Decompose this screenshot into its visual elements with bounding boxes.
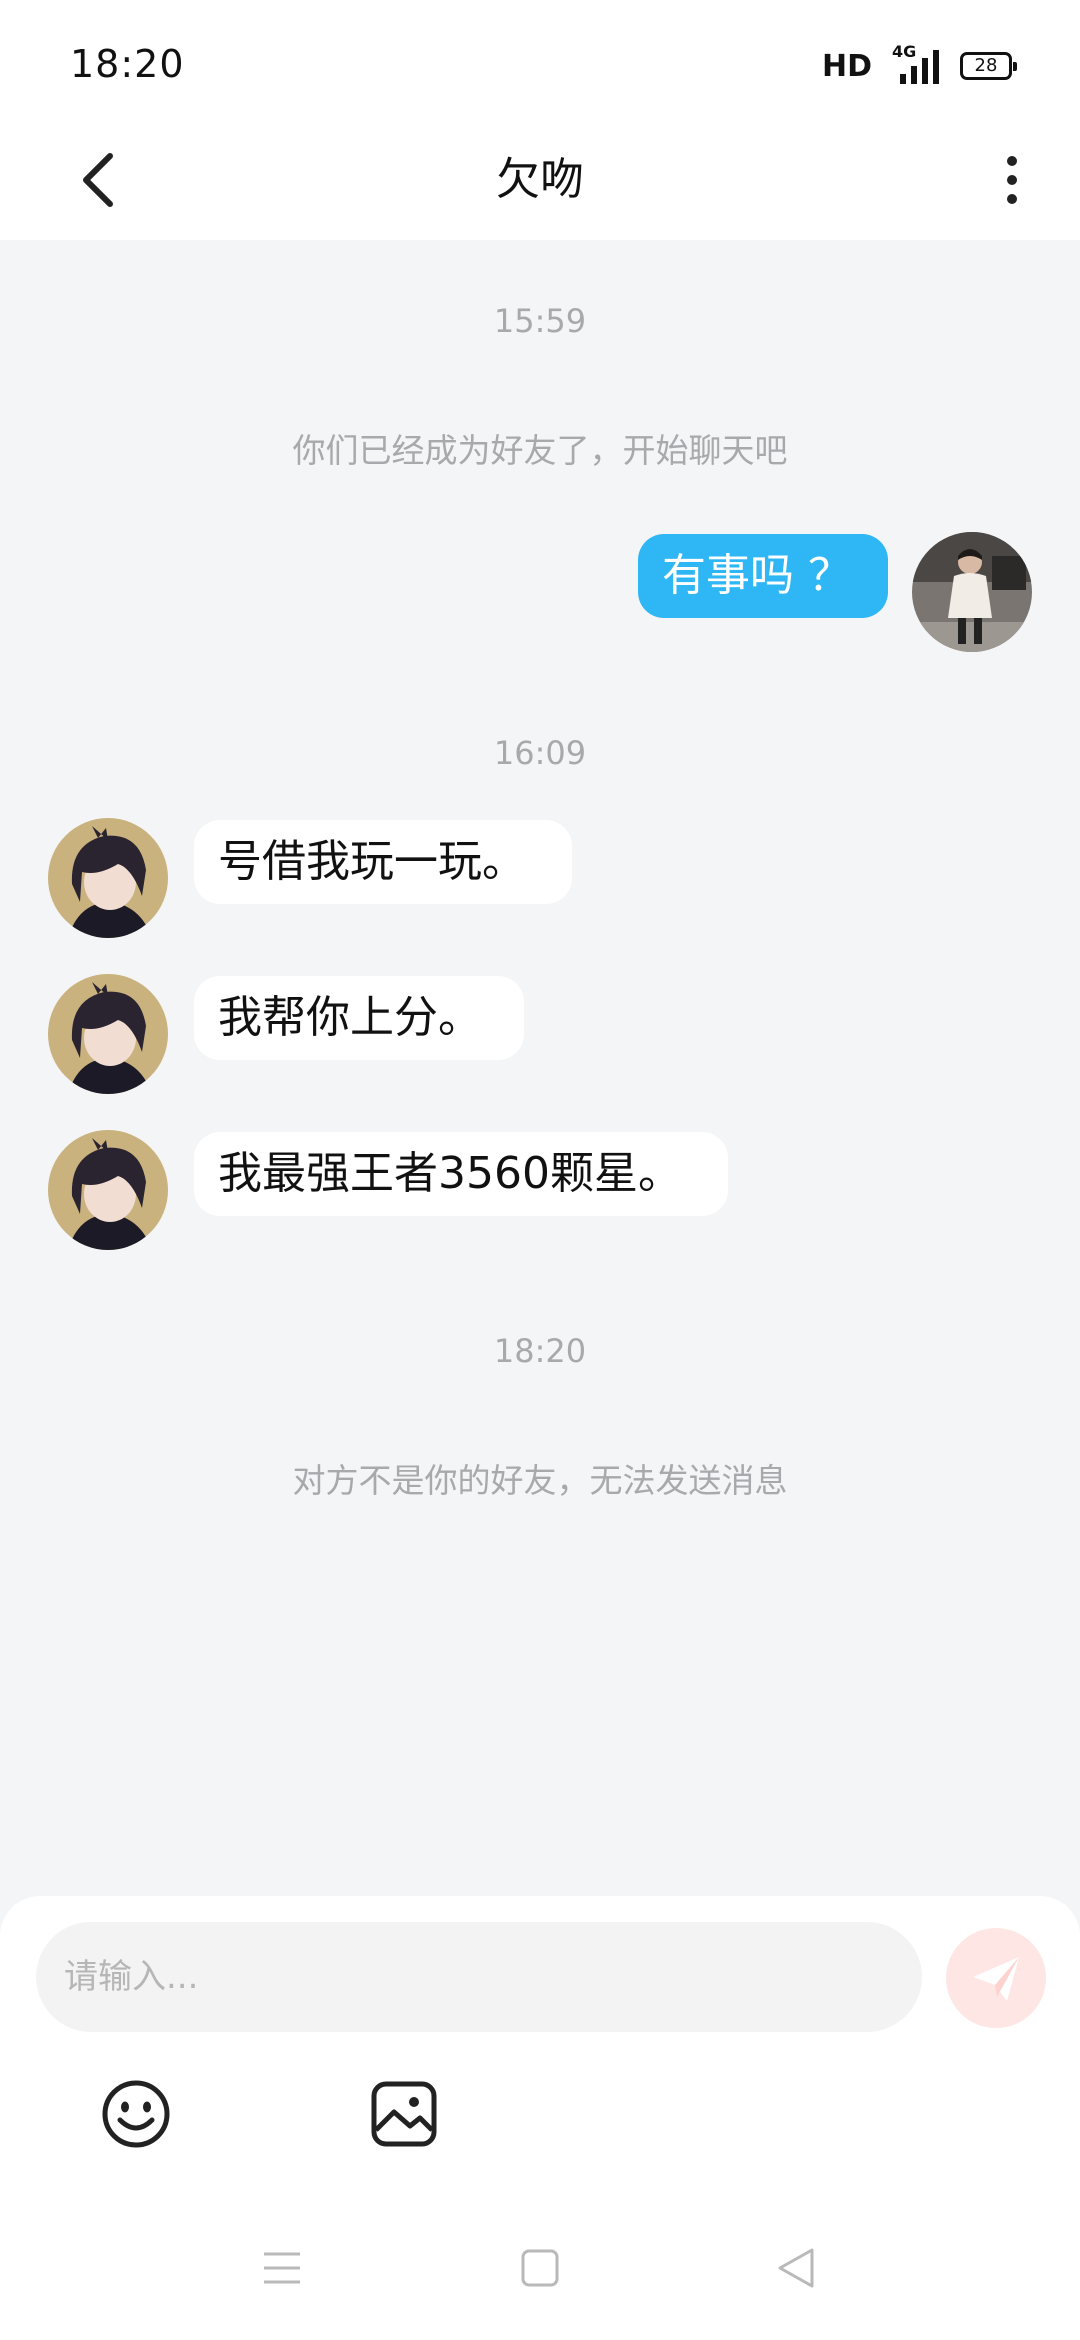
contact-avatar[interactable] (48, 974, 168, 1094)
message-input[interactable] (36, 1922, 922, 2032)
nav-menu-button[interactable] (252, 2238, 312, 2298)
status-bar: 18:20 HD 4G 28 (0, 0, 1080, 120)
status-indicators: HD 4G 28 (821, 42, 1017, 86)
more-vertical-icon (1007, 156, 1017, 166)
nav-home-button[interactable] (510, 2238, 570, 2298)
battery-level: 28 (974, 55, 998, 76)
contact-avatar[interactable] (48, 818, 168, 938)
image-button[interactable] (364, 2074, 444, 2154)
incoming-message[interactable]: 我帮你上分。 (194, 976, 524, 1060)
hd-indicator: HD (821, 48, 872, 84)
contact-avatar[interactable] (48, 1130, 168, 1250)
emoji-button[interactable] (96, 2074, 176, 2154)
anime-avatar-image (48, 1130, 168, 1250)
system-message: 对方不是你的好友，无法发送消息 (292, 1461, 788, 1500)
home-square-icon (521, 2249, 559, 2287)
signal-icon: 4G (886, 42, 946, 84)
menu-icon (264, 2252, 300, 2284)
status-time: 18:20 (70, 42, 185, 86)
image-icon (371, 2081, 437, 2147)
chevron-left-icon (83, 153, 113, 207)
nav-back-button[interactable] (766, 2238, 826, 2298)
page-title: 欠吻 (496, 154, 584, 205)
system-message: 你们已经成为好友了，开始聊天吧 (292, 431, 788, 470)
user-photo (912, 532, 1032, 652)
outgoing-message[interactable]: 有事吗 ？ (638, 534, 888, 618)
chat-screen: 18:20 HD 4G 28 欠吻 15:59 你们已经成为好友了，开始聊天吧 … (0, 0, 1080, 2340)
message-timestamp: 18:20 (493, 1332, 587, 1370)
back-button[interactable] (60, 142, 136, 218)
emoji-icon (102, 2080, 170, 2148)
anime-avatar-image (48, 818, 168, 938)
my-avatar[interactable] (912, 532, 1032, 652)
title-bar: 欠吻 (0, 120, 1080, 240)
back-triangle-icon (778, 2248, 814, 2288)
send-icon (973, 1957, 1019, 2001)
message-timestamp: 16:09 (493, 734, 587, 772)
incoming-message[interactable]: 号借我玩一玩。 (194, 820, 572, 904)
incoming-message[interactable]: 我最强王者3560颗星。 (194, 1132, 728, 1216)
send-button[interactable] (946, 1928, 1046, 2028)
anime-avatar-image (48, 974, 168, 1094)
message-timestamp: 15:59 (493, 302, 587, 340)
more-options-button[interactable] (974, 142, 1050, 218)
battery-icon: 28 (960, 52, 1017, 80)
